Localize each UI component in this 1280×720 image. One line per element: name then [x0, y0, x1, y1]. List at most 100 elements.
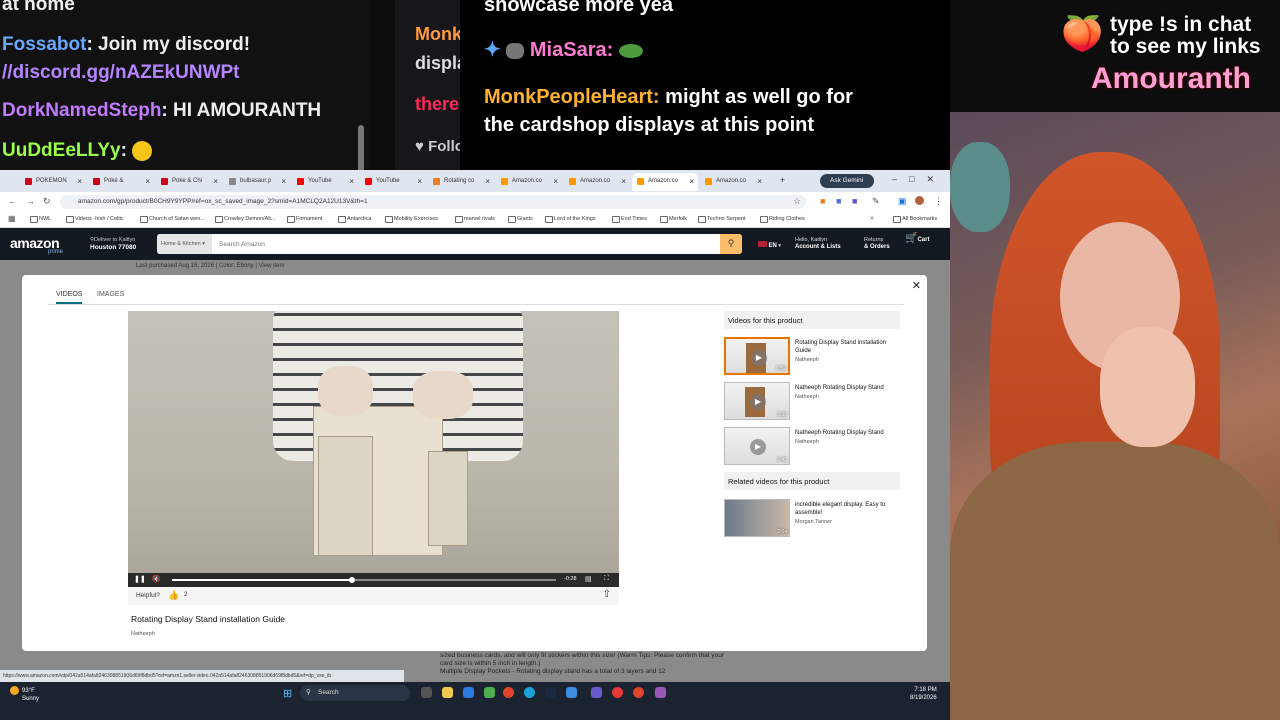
all-bookmarks-folder[interactable]: All Bookmarks — [893, 216, 937, 223]
bookmark-item[interactable]: Giants — [508, 216, 533, 223]
video-item-title[interactable]: Rotating Display Stand installation Guid… — [795, 339, 900, 355]
bookmark-item[interactable]: marvel rivals — [455, 216, 495, 223]
close-tab-icon[interactable]: × — [485, 177, 490, 186]
app-icon[interactable] — [566, 687, 577, 698]
system-clock[interactable]: 7:18 PM 8/19/2026 — [910, 686, 937, 702]
video-list-item[interactable]: ▶ 0:36 Natheeph Rotating Display Stand Na… — [724, 382, 900, 424]
apps-grid-icon[interactable]: ▦ — [8, 214, 16, 223]
close-tab-icon[interactable]: × — [349, 177, 354, 186]
video-thumbnail[interactable]: 2:04 — [724, 499, 790, 537]
steam-icon[interactable] — [545, 687, 556, 698]
search-category-select[interactable]: Home & Kitchen ▾ — [157, 234, 212, 254]
share-icon[interactable]: ⇧ — [603, 589, 611, 600]
video-seek-bar[interactable] — [172, 577, 556, 583]
app-icon[interactable] — [612, 687, 623, 698]
fullscreen-icon[interactable]: ⛶ — [604, 575, 609, 583]
file-explorer-icon[interactable] — [442, 687, 453, 698]
thumbs-up-icon[interactable]: 👍 — [168, 590, 179, 601]
pause-icon[interactable]: ❚❚ — [134, 575, 146, 583]
close-tab-icon[interactable]: × — [553, 177, 558, 186]
bookmark-star-icon[interactable]: ☆ — [793, 196, 801, 207]
video-player[interactable]: ❚❚ 🔇 -0:28 ▤ ⛶ — [128, 311, 619, 587]
returns-orders[interactable]: Returns & Orders — [864, 237, 890, 251]
windows-start-icon[interactable]: ⊞ — [283, 687, 292, 700]
bookmark-item[interactable]: Church of Satan wen... — [140, 216, 205, 223]
browser-tab[interactable]: Amazon.co × — [564, 173, 630, 191]
taskbar-search[interactable]: ⚲ Search — [300, 685, 410, 701]
bookmark-item[interactable]: Firmament — [287, 216, 322, 223]
bookmark-item[interactable]: Videos -Irish / Celtic — [66, 216, 124, 223]
more-bookmarks-icon[interactable]: » — [870, 215, 874, 222]
tab-videos[interactable]: VIDEOS — [56, 291, 83, 304]
app-icon[interactable] — [655, 687, 666, 698]
edge-icon[interactable] — [524, 687, 535, 698]
seek-handle[interactable] — [349, 577, 356, 583]
browser-tab[interactable]: Poké & × — [88, 173, 154, 191]
browser-tab[interactable]: Poke & Chi × — [156, 173, 222, 191]
close-tab-icon[interactable]: × — [145, 177, 150, 186]
search-input[interactable] — [215, 234, 715, 254]
video-thumbnail[interactable]: ▶ 0:45 — [724, 427, 790, 465]
bookmark-item[interactable]: End Times — [612, 216, 647, 223]
forward-icon[interactable]: → — [26, 196, 35, 206]
extension-icon[interactable]: ■ — [852, 196, 857, 206]
bookmark-item[interactable]: Techno Serpent — [698, 216, 746, 223]
ask-gemini-button[interactable]: Ask Gemini — [820, 174, 874, 188]
weather-widget[interactable]: 93°F Sunny — [10, 686, 39, 703]
browser-tab[interactable]: Amazon.co × — [632, 173, 698, 191]
sidebar-icon[interactable]: ▣ — [898, 196, 907, 207]
cart-button[interactable]: 🛒Cart — [905, 234, 929, 244]
search-icon[interactable]: ⚲ — [720, 234, 742, 254]
browser-tab[interactable]: POKEMON × — [20, 173, 86, 191]
close-tab-icon[interactable]: × — [77, 177, 82, 186]
browser-tab[interactable]: YouTube × — [360, 173, 426, 191]
chat-link[interactable]: //discord.gg/nAZEkUNWPt — [2, 62, 240, 84]
video-list-item[interactable]: ▶ 0:45 Natheeph Rotating Display Stand Na… — [724, 427, 900, 469]
captions-icon[interactable]: ▤ — [585, 575, 592, 583]
video-item-title[interactable]: Natheeph Rotating Display Stand — [795, 429, 900, 437]
close-tab-icon[interactable]: × — [689, 177, 694, 186]
browser-tab[interactable]: Amazon.co × — [700, 173, 766, 191]
browser-tab[interactable]: bulbasaur.p × — [224, 173, 290, 191]
window-controls[interactable]: –□✕ — [892, 174, 946, 185]
mute-icon[interactable]: 🔇 — [152, 575, 161, 583]
account-menu[interactable]: Hello, Kaitlyn Account & Lists — [795, 237, 841, 251]
language-select[interactable]: EN ▾ — [758, 241, 781, 250]
profile-avatar[interactable] — [915, 196, 924, 205]
bookmark-item[interactable]: Antarctica — [338, 216, 371, 223]
bookmark-item[interactable]: Merfolk — [660, 216, 687, 223]
close-tab-icon[interactable]: × — [281, 177, 286, 186]
chrome-icon[interactable] — [633, 687, 644, 698]
close-tab-icon[interactable]: × — [621, 177, 626, 186]
app-icon[interactable] — [484, 687, 495, 698]
new-tab-button[interactable]: + — [780, 175, 785, 185]
url-field[interactable]: amazon.com/gp/product/B0CH9Y9YPP/ref=ox_… — [60, 195, 806, 209]
bookmark-item[interactable]: Riding Clothes — [760, 216, 805, 223]
close-tab-icon[interactable]: × — [757, 177, 762, 186]
video-list-item[interactable]: ▶ 0:52 Rotating Display Stand installatio… — [724, 337, 900, 379]
back-icon[interactable]: ← — [8, 196, 17, 206]
browser-tab[interactable]: Amazon.co × — [496, 173, 562, 191]
chrome-icon[interactable] — [503, 687, 514, 698]
deliver-to[interactable]: ⚲Deliver to Kaitlyn Houston 77080 — [90, 237, 136, 252]
extension-icon[interactable]: ■ — [836, 196, 841, 206]
browser-tab[interactable]: Rotating co × — [428, 173, 494, 191]
browser-tab[interactable]: YouTube × — [292, 173, 358, 191]
task-view-icon[interactable] — [421, 687, 432, 698]
close-tab-icon[interactable]: × — [213, 177, 218, 186]
bookmark-item[interactable]: Lord of the Kings — [545, 216, 596, 223]
chat-scrollbar[interactable] — [358, 125, 364, 175]
menu-dots-icon[interactable]: ⋮ — [934, 196, 943, 207]
video-item-title[interactable]: Natheeph Rotating Display Stand — [795, 384, 900, 392]
extension-icon[interactable]: ■ — [820, 196, 825, 206]
reload-icon[interactable]: ↻ — [43, 196, 51, 207]
bookmark-item[interactable]: Mobility Exercises — [385, 216, 438, 223]
bookmark-item[interactable]: Crowley Demon/Ali... — [215, 216, 275, 223]
tab-images[interactable]: IMAGES — [97, 291, 124, 302]
bookmark-item[interactable]: NWL — [30, 216, 51, 223]
close-tab-icon[interactable]: × — [417, 177, 422, 186]
app-icon[interactable] — [591, 687, 602, 698]
video-thumbnail[interactable]: ▶ 0:36 — [724, 382, 790, 420]
related-video-item[interactable]: 2:04 incredible elegant display. Easy to… — [724, 499, 900, 541]
video-thumbnail[interactable]: ▶ 0:52 — [724, 337, 790, 375]
